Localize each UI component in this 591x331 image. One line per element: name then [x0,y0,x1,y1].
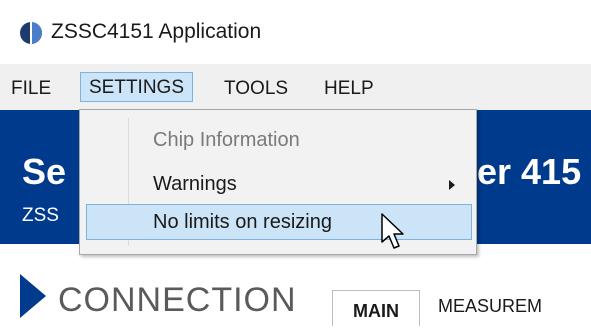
banner-title-left: Se [22,151,67,192]
menu-item-warnings[interactable]: Warnings [80,166,476,202]
menu-settings[interactable]: SETTINGS [80,72,194,102]
menu-item-label: Warnings [153,173,237,195]
menu-item-chip-information: Chip Information [80,122,476,158]
menu-item-no-limits-on-resizing[interactable]: No limits on resizing [86,204,472,240]
settings-dropdown-menu: Chip Information Warnings No limits on r… [79,109,477,255]
menu-help[interactable]: HELP [324,76,374,102]
window-title: ZSSC4151 Application [51,20,262,43]
connection-arrow-icon [20,274,46,318]
title-bar: ZSSC4151 Application [0,0,591,64]
tab-main[interactable]: MAIN [332,290,420,326]
menu-item-label: Chip Information [153,129,300,151]
menu-tools[interactable]: TOOLS [224,76,288,102]
submenu-arrow-icon [449,180,455,190]
menu-item-label: No limits on resizing [153,211,332,233]
banner-subtitle: ZSS [22,205,59,226]
menu-bar: FILE SETTINGS TOOLS HELP [0,64,591,110]
menu-file[interactable]: FILE [11,76,51,102]
app-logo-icon [20,22,42,44]
banner-title-right: er 415 [477,151,582,192]
mouse-pointer-icon [381,213,404,249]
tab-measurement[interactable]: MEASUREM [438,294,542,318]
connection-heading: CONNECTION [58,281,297,319]
